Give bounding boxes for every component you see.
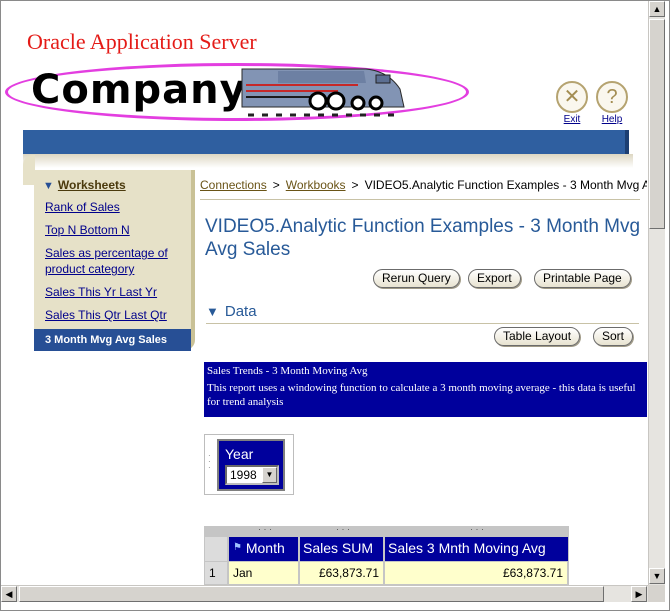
cell-month: Jan [229, 562, 298, 584]
breadcrumb-connections[interactable]: Connections [200, 178, 267, 192]
page-item-panel: · · · Year 1998 ▼ [204, 434, 294, 495]
export-button[interactable]: Export [468, 269, 521, 288]
nav-bar-shadow [23, 154, 633, 168]
sidebar-item-top-n-bottom-n[interactable]: Top N Bottom N [45, 222, 191, 238]
column-header-sales-sum[interactable]: Sales SUM [300, 537, 385, 561]
sidebar-item-sales-this-qtr[interactable]: Sales This Qtr Last Qtr [45, 307, 191, 323]
triangle-down-icon: ▼ [206, 304, 219, 319]
global-nav-bar [23, 130, 629, 154]
worksheets-heading[interactable]: ▼ Worksheets [43, 178, 191, 192]
breadcrumb-current: VIDEO5.Analytic Function Examples - 3 Mo… [364, 178, 647, 192]
breadcrumb-separator: > [272, 178, 280, 192]
scroll-up-icon[interactable]: ▲ [649, 1, 665, 17]
data-section-header[interactable]: ▼ Data [206, 303, 257, 320]
sidebar-item-3-month-mvg-avg[interactable]: 3 Month Mvg Avg Sales [34, 329, 191, 351]
cell-sales-sum: £63,873.71 [300, 562, 383, 584]
column-header-moving-avg[interactable]: Sales 3 Mnth Moving Avg [385, 537, 568, 561]
rerun-query-button[interactable]: Rerun Query [373, 269, 460, 288]
year-select[interactable]: 1998 ▼ [225, 465, 279, 485]
worksheets-sidebar: ▼ Worksheets Rank of Sales Top N Bottom N… [34, 170, 195, 351]
breadcrumb-workbooks[interactable]: Workbooks [286, 178, 346, 192]
column-drag-handle[interactable]: · · · [386, 525, 568, 536]
column-header-label: Month [245, 540, 285, 556]
oracle-brand: Oracle Application Server [27, 29, 257, 54]
column-drag-handle[interactable]: · · · [301, 525, 385, 536]
help-button[interactable]: ? Help [595, 81, 629, 125]
sidebar-item-rank-of-sales[interactable]: Rank of Sales [45, 199, 191, 215]
exit-label[interactable]: Exit [555, 114, 589, 125]
scroll-right-icon[interactable]: ▶ [631, 586, 647, 602]
row-number: 1 [205, 562, 227, 584]
vertical-scroll-thumb[interactable] [649, 19, 665, 229]
report-title: Sales Trends - 3 Month Moving Avg [207, 365, 368, 377]
page-title: VIDEO5.Analytic Function Examples - 3 Mo… [205, 216, 641, 260]
browser-frame: Oracle Application Server Company ✕ Exit… [0, 0, 670, 611]
column-header-month[interactable]: ⚑ Month [229, 537, 300, 561]
vertical-scrollbar[interactable]: ▲ ▼ [648, 1, 665, 585]
printable-page-button[interactable]: Printable Page [534, 269, 631, 288]
table-layout-button[interactable]: Table Layout [494, 327, 581, 346]
horizontal-scroll-thumb[interactable] [19, 586, 604, 602]
sort-button[interactable]: Sort [593, 327, 634, 346]
page-viewport: Oracle Application Server Company ✕ Exit… [3, 3, 649, 585]
year-select-value: 1998 [230, 468, 257, 482]
help-icon: ? [596, 81, 628, 113]
exit-button[interactable]: ✕ Exit [555, 81, 589, 125]
section-divider [206, 323, 639, 324]
chevron-down-icon[interactable]: ▼ [262, 467, 277, 483]
breadcrumb-divider [200, 199, 640, 200]
data-section-label: Data [224, 303, 257, 320]
sidebar-item-sales-percentage[interactable]: Sales as percentage of product category [45, 245, 191, 277]
worksheets-heading-label: Worksheets [57, 178, 126, 192]
cell-moving-avg: £63,873.71 [385, 562, 567, 584]
flag-icon: ⚑ [233, 542, 242, 553]
scroll-down-icon[interactable]: ▼ [649, 568, 665, 584]
report-header: Sales Trends - 3 Month Moving Avg This r… [204, 362, 647, 417]
corner-cell [205, 537, 229, 561]
horizontal-scrollbar[interactable]: ◀ ▶ [1, 585, 648, 602]
scrollbar-corner [648, 585, 665, 602]
close-icon: ✕ [556, 81, 588, 113]
breadcrumb-separator: > [351, 178, 359, 192]
year-label: Year [225, 446, 254, 462]
company-logo: Company [31, 67, 247, 113]
column-drag-handle[interactable]: · · · [230, 525, 300, 536]
sidebar-item-sales-this-yr[interactable]: Sales This Yr Last Yr [45, 284, 191, 300]
scroll-left-icon[interactable]: ◀ [1, 586, 17, 602]
data-table: · · · · · · · · · ⚑ Month Sales SUM Sale… [204, 525, 569, 585]
breadcrumb: Connections > Workbooks > VIDEO5.Analytic Fu… [200, 178, 647, 192]
help-label[interactable]: Help [595, 114, 629, 125]
drag-handle-icon[interactable]: · · · [208, 452, 213, 472]
report-description: This report uses a windowing function to… [207, 382, 636, 408]
year-page-item: Year 1998 ▼ [217, 439, 285, 491]
train-logo-icon [241, 68, 405, 117]
triangle-down-icon: ▼ [43, 180, 54, 192]
